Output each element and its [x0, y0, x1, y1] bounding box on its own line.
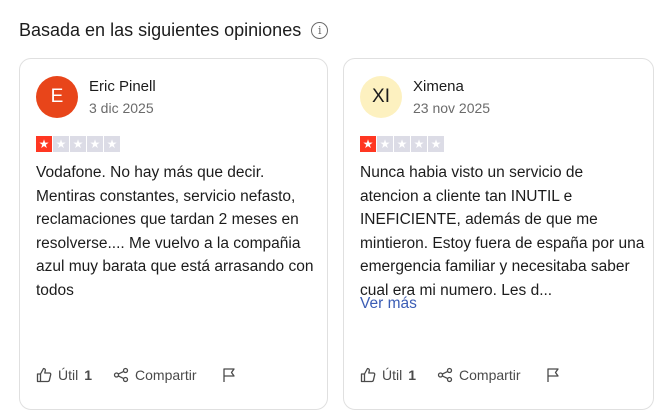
share-button[interactable]: Compartir	[437, 367, 521, 383]
review-actions: Útil 1 Compartir	[36, 367, 237, 383]
star-icon: ★	[394, 136, 410, 152]
useful-label: Útil	[58, 367, 79, 383]
star-rating: ★ ★ ★ ★ ★	[360, 136, 444, 152]
share-label: Compartir	[135, 367, 197, 383]
report-button[interactable]	[221, 367, 237, 383]
info-icon[interactable]: i	[311, 22, 329, 39]
report-button[interactable]	[545, 367, 561, 383]
share-button[interactable]: Compartir	[113, 367, 197, 383]
review-card: XI Ximena 23 nov 2025 ★ ★ ★ ★ ★ Nunca ha…	[343, 58, 654, 410]
review-date: 23 nov 2025	[413, 100, 491, 116]
star-icon: ★	[70, 136, 86, 152]
see-more-link[interactable]: Ver más	[360, 295, 417, 313]
author-name[interactable]: Ximena	[413, 78, 464, 95]
useful-count: 1	[408, 367, 417, 383]
flag-icon	[546, 368, 559, 382]
share-icon	[113, 367, 129, 383]
star-icon: ★	[36, 136, 52, 152]
star-icon: ★	[53, 136, 69, 152]
share-icon	[437, 367, 453, 383]
thumbs-up-icon	[36, 367, 52, 383]
section-title: Basada en las siguientes opiniones	[19, 20, 302, 40]
flag-icon	[222, 368, 235, 382]
useful-button[interactable]: Útil 1	[36, 367, 92, 383]
star-icon: ★	[428, 136, 444, 152]
review-card: E Eric Pinell 3 dic 2025 ★ ★ ★ ★ ★ Vodaf…	[19, 58, 328, 410]
review-date: 3 dic 2025	[89, 100, 154, 116]
avatar: XI	[360, 76, 402, 118]
review-text: Nunca habia visto un servicio de atencio…	[360, 164, 645, 299]
star-icon: ★	[87, 136, 103, 152]
star-icon: ★	[104, 136, 120, 152]
share-label: Compartir	[459, 367, 521, 383]
useful-count: 1	[84, 367, 93, 383]
thumbs-up-icon	[360, 367, 376, 383]
author-name[interactable]: Eric Pinell	[89, 78, 156, 95]
star-icon: ★	[411, 136, 427, 152]
review-actions: Útil 1 Compartir	[360, 367, 561, 383]
review-text: Vodafone. No hay más que decir. Mentiras…	[36, 164, 314, 299]
star-icon: ★	[377, 136, 393, 152]
useful-button[interactable]: Útil 1	[360, 367, 416, 383]
star-icon: ★	[360, 136, 376, 152]
star-rating: ★ ★ ★ ★ ★	[36, 136, 120, 152]
avatar: E	[36, 76, 78, 118]
section-header: Basada en las siguientes opiniones i	[19, 20, 329, 41]
useful-label: Útil	[382, 367, 403, 383]
